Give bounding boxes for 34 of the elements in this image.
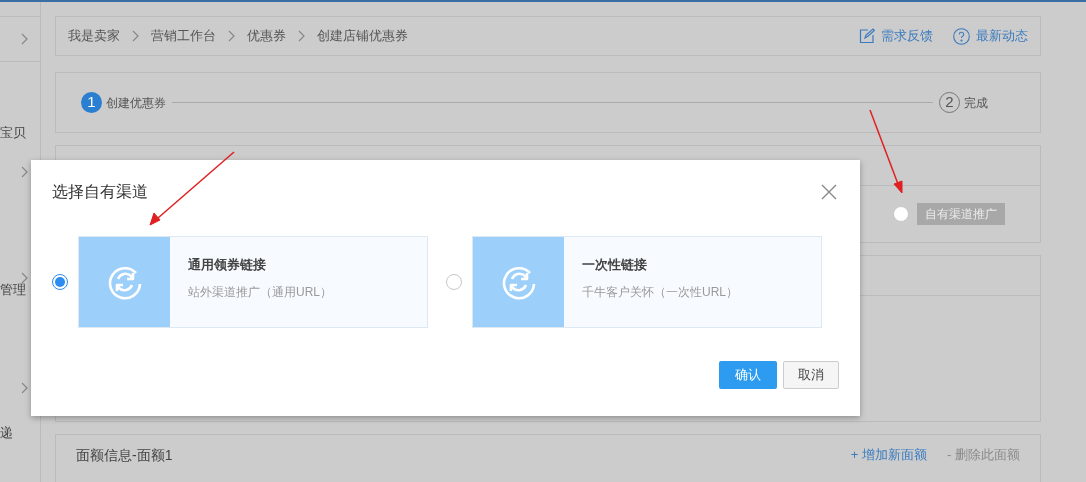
header-link[interactable]: 需求反馈: [859, 26, 933, 46]
breadcrumb-item[interactable]: 优惠券: [247, 26, 286, 46]
sidebar-label[interactable]: 递: [0, 422, 13, 442]
step: 1 创建优惠券: [81, 92, 166, 113]
radio-button[interactable]: [52, 274, 68, 290]
option-subtitle: 站外渠道推广（通用URL）: [188, 283, 332, 301]
sidebar-label[interactable]: 管理: [0, 280, 26, 300]
chevron-right-icon[interactable]: [21, 272, 28, 284]
breadcrumb-item[interactable]: 我是卖家: [68, 26, 120, 46]
cancel-button[interactable]: 取消: [783, 361, 839, 389]
option-title: 通用领券链接: [188, 256, 267, 274]
radio-button[interactable]: [446, 274, 462, 290]
breadcrumb-item[interactable]: 创建店铺优惠券: [317, 26, 408, 46]
option-subtitle: 千牛客户关怀（一次性URL）: [582, 283, 738, 301]
edit-icon: [859, 28, 875, 44]
option-card[interactable]: 一次性链接 千牛客户关怀（一次性URL）: [472, 236, 822, 328]
chevron-right-icon[interactable]: [21, 166, 28, 178]
option-title: 一次性链接: [582, 256, 648, 274]
chevron-right-icon[interactable]: [21, 33, 28, 45]
section-title: 面额信息-面额1: [76, 446, 173, 465]
chevron-right-icon[interactable]: [132, 30, 139, 42]
sidebar-label[interactable]: 宝贝: [0, 122, 26, 142]
breadcrumb-item[interactable]: 营销工作台: [151, 26, 216, 46]
step: 2 完成: [939, 92, 988, 113]
dialog-title: 选择自有渠道: [52, 182, 148, 202]
chevron-right-icon[interactable]: [21, 382, 28, 394]
chevron-right-icon[interactable]: [298, 30, 305, 42]
close-icon[interactable]: [821, 184, 837, 200]
help-icon: [953, 27, 970, 45]
confirm-button[interactable]: 确认: [719, 361, 777, 389]
option-card[interactable]: 通用领券链接 站外渠道推广（通用URL）: [78, 236, 428, 328]
chevron-right-icon[interactable]: [228, 30, 235, 42]
header-link[interactable]: 最新动态: [953, 26, 1028, 46]
action-link[interactable]: + 增加新面额: [850, 445, 928, 465]
